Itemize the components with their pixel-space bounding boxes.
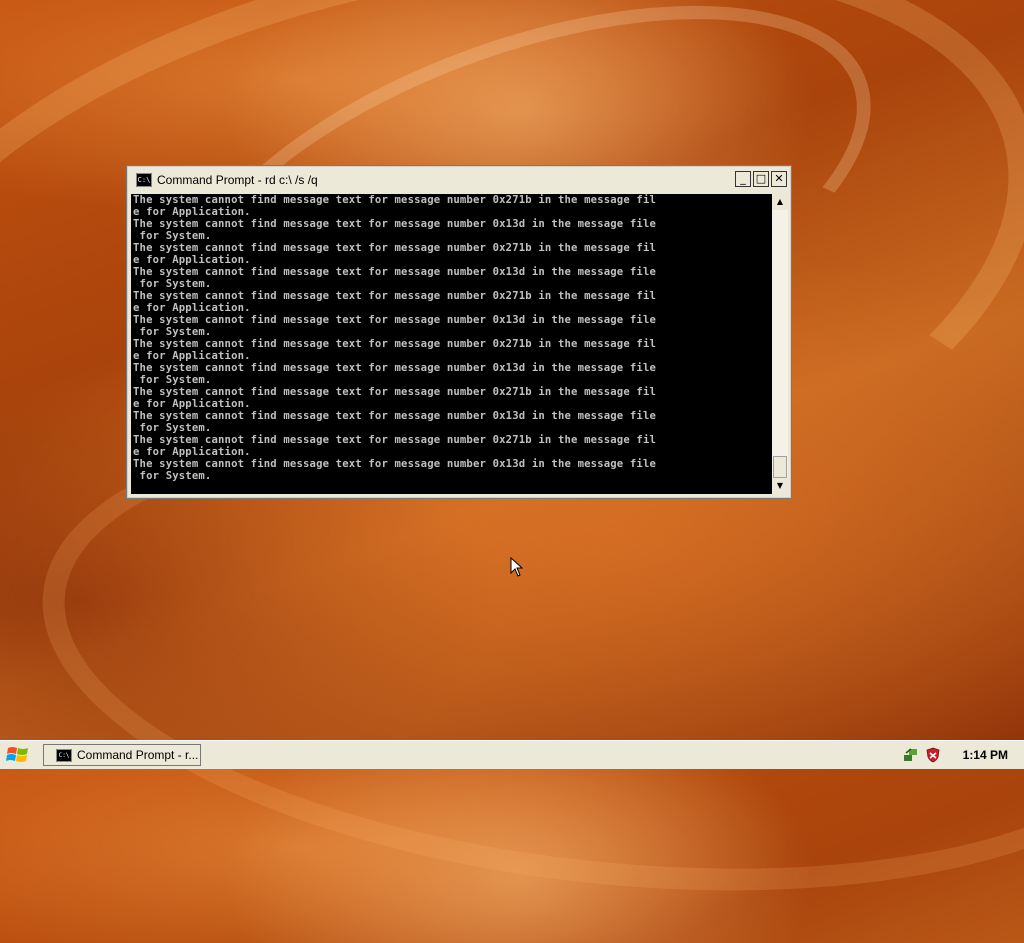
mouse-pointer-icon <box>510 557 524 577</box>
console-line: for System. <box>139 422 212 434</box>
console-line: The system cannot find message text for … <box>133 386 657 398</box>
console-line: The system cannot find message text for … <box>133 194 657 206</box>
console-output[interactable]: The system cannot find message text for … <box>131 194 772 494</box>
console-line: for System. <box>139 278 212 290</box>
taskbar: C:\ Command Prompt - r... 1:14 PM <box>0 740 1024 769</box>
console-line: e for Application. <box>133 206 251 218</box>
console-line: The system cannot find message text for … <box>133 434 657 446</box>
vertical-scrollbar[interactable]: ▲ ▼ <box>772 194 788 494</box>
console-line: The system cannot find message text for … <box>133 458 657 470</box>
command-prompt-window[interactable]: C:\ Command Prompt - rd c:\ /s /q _ □ ✕ … <box>126 165 792 499</box>
console-line: e for Application. <box>133 302 251 314</box>
console-line: e for Application. <box>133 350 251 362</box>
maximize-button[interactable]: □ <box>753 171 769 187</box>
console-line: for System. <box>139 230 212 242</box>
console-line: e for Application. <box>133 254 251 266</box>
start-button-windows-logo-icon[interactable] <box>6 745 30 765</box>
console-text: The system cannot find message text for … <box>131 194 772 482</box>
security-shield-icon[interactable] <box>925 747 941 763</box>
console-line: The system cannot find message text for … <box>133 266 657 278</box>
scroll-down-arrow-icon[interactable]: ▼ <box>772 478 788 494</box>
console-line: The system cannot find message text for … <box>133 362 657 374</box>
console-line: e for Application. <box>133 446 251 458</box>
window-title: Command Prompt - rd c:\ /s /q <box>157 173 318 187</box>
clock[interactable]: 1:14 PM <box>963 748 1008 762</box>
console-line: for System. <box>139 470 212 482</box>
close-button[interactable]: ✕ <box>771 171 787 187</box>
minimize-button[interactable]: _ <box>735 171 751 187</box>
task-button-label: Command Prompt - r... <box>77 748 199 762</box>
console-line: The system cannot find message text for … <box>133 410 657 422</box>
console-line: The system cannot find message text for … <box>133 290 657 302</box>
cmd-icon[interactable]: C:\ <box>136 173 152 187</box>
console-line: for System. <box>139 326 212 338</box>
scrollbar-thumb[interactable] <box>773 456 787 478</box>
scroll-up-arrow-icon[interactable]: ▲ <box>772 194 788 210</box>
network-icon[interactable] <box>903 747 919 763</box>
console-line: The system cannot find message text for … <box>133 218 657 230</box>
taskbar-command-prompt-button[interactable]: C:\ Command Prompt - r... <box>43 744 201 766</box>
window-titlebar[interactable]: C:\ Command Prompt - rd c:\ /s /q _ □ ✕ <box>129 168 789 192</box>
console-line: The system cannot find message text for … <box>133 242 657 254</box>
console-line: e for Application. <box>133 398 251 410</box>
system-tray: 1:14 PM <box>903 741 1024 769</box>
console-line: The system cannot find message text for … <box>133 338 657 350</box>
console-line: for System. <box>139 374 212 386</box>
cmd-icon: C:\ <box>56 748 72 762</box>
console-line: The system cannot find message text for … <box>133 314 657 326</box>
